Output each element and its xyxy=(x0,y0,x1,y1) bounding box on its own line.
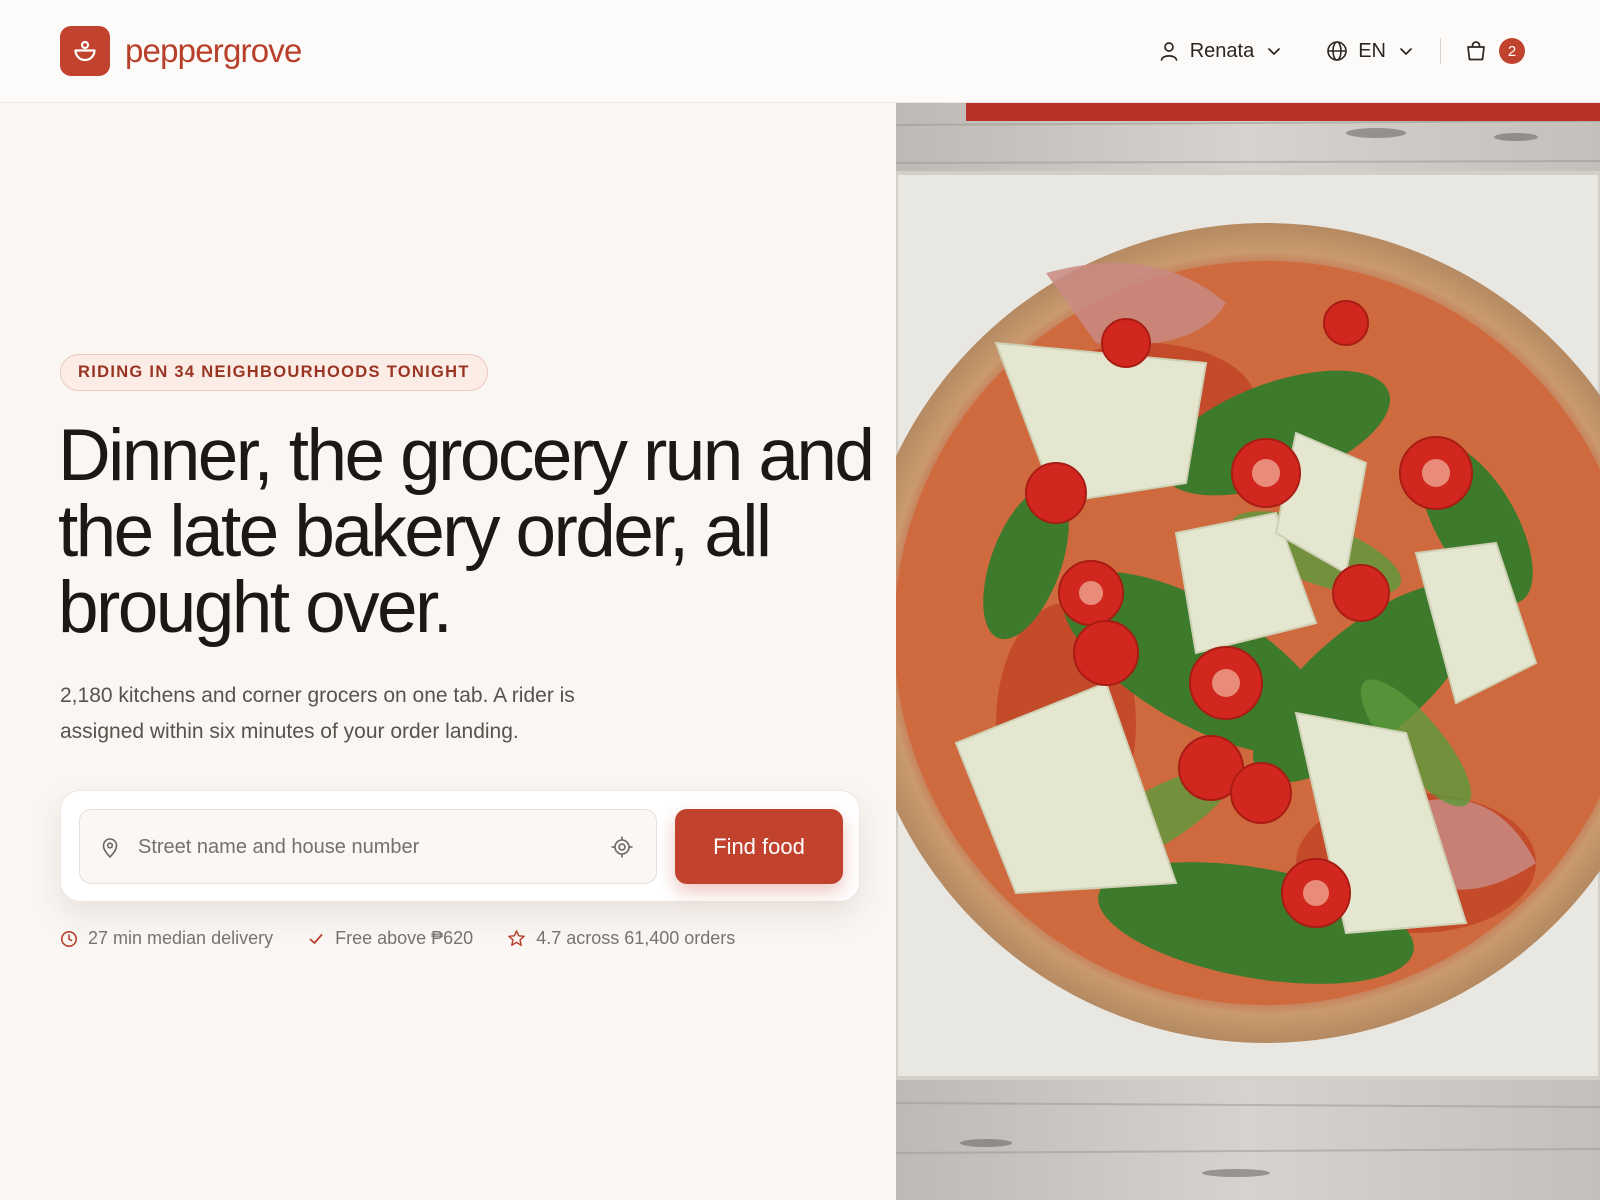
pizza-photo xyxy=(896,103,1600,1200)
stat-text: 4.7 across 61,400 orders xyxy=(536,928,736,948)
chevron-down-icon xyxy=(1400,48,1412,55)
locate-icon[interactable] xyxy=(610,835,634,859)
user-icon xyxy=(1160,42,1178,61)
check-icon xyxy=(309,933,323,944)
cart-count-badge: 2 xyxy=(1499,38,1525,64)
map-pin-icon xyxy=(102,838,118,858)
hero-headline: Dinner, the grocery run and the late bak… xyxy=(58,415,875,648)
address-field[interactable] xyxy=(79,809,657,884)
delivery-stats: 27 min median delivery Free above ₱620 4… xyxy=(60,928,735,949)
account-name: Renata xyxy=(1189,39,1255,62)
stat-text: Free above ₱620 xyxy=(335,928,474,948)
chevron-down-icon xyxy=(1268,48,1281,55)
address-search-card: Find food xyxy=(60,790,860,902)
stat-median-delivery: 27 min median delivery xyxy=(60,928,273,949)
address-input[interactable] xyxy=(138,828,578,866)
coverage-tag: RIDING IN 34 NEIGHBOURHOODS TONIGHT xyxy=(60,354,488,391)
brand-name: peppergrove xyxy=(125,32,302,69)
language-menu[interactable]: EN xyxy=(1326,40,1414,63)
language-code: EN xyxy=(1358,39,1386,62)
hero-subcopy: 2,180 kitchens and corner grocers on one… xyxy=(60,684,575,743)
stat-text: 27 min median delivery xyxy=(88,928,274,948)
header-nav: Renata EN 2 xyxy=(1158,30,1525,72)
site-header: peppergrove Renata EN 2 xyxy=(0,0,1600,103)
nav-divider xyxy=(1440,38,1441,64)
find-food-button[interactable]: Find food xyxy=(675,809,843,884)
account-menu[interactable]: Renata xyxy=(1158,40,1283,63)
stat-free-delivery: Free above ₱620 xyxy=(307,928,473,949)
brand-logo[interactable]: peppergrove xyxy=(60,26,302,76)
stat-rating: 4.7 across 61,400 orders xyxy=(507,928,735,949)
clock-icon xyxy=(61,930,77,947)
bowl-icon xyxy=(60,26,110,76)
globe-icon xyxy=(1327,41,1348,61)
shopping-bag-icon xyxy=(1467,41,1485,61)
cart-button[interactable]: 2 xyxy=(1465,38,1525,64)
star-icon xyxy=(508,930,525,946)
